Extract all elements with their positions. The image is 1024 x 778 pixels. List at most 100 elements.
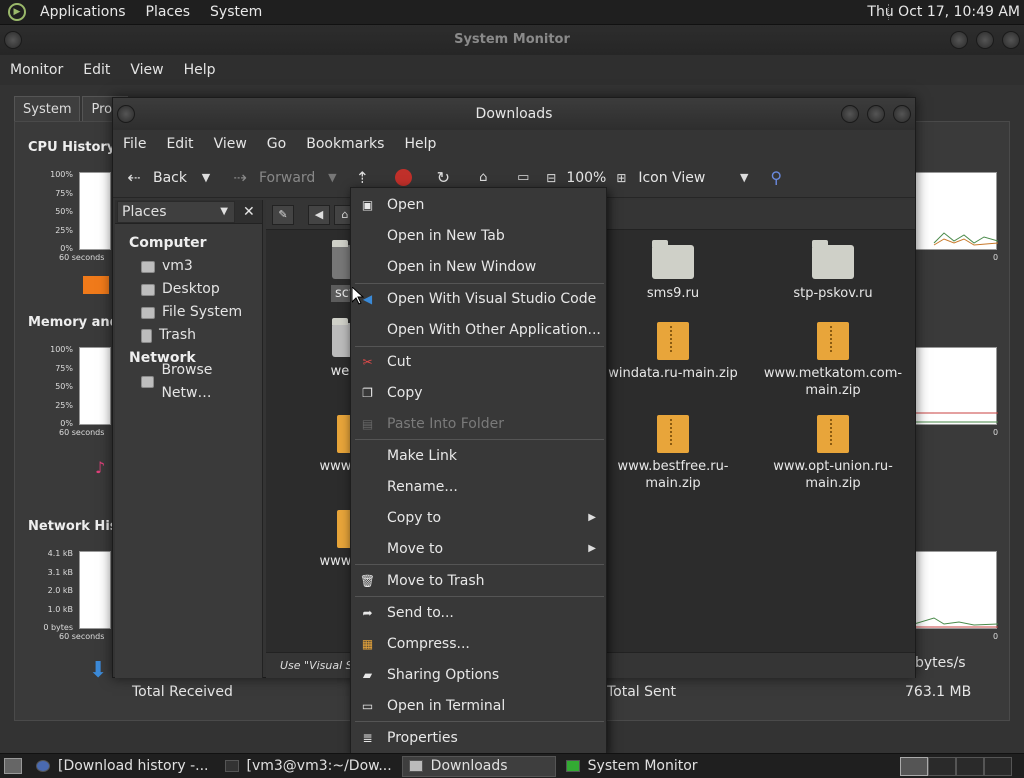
menu-item-sharing-options[interactable]: ▰ Sharing Options <box>351 660 606 690</box>
applications-menu[interactable]: Applications <box>34 4 132 20</box>
memory-pie-icon[interactable]: ♪ <box>95 458 105 477</box>
memory-x-label: 60 seconds <box>59 428 105 437</box>
menu-help[interactable]: Help <box>394 136 446 152</box>
menu-item-open-new-tab[interactable]: Open in New Tab <box>351 221 606 251</box>
path-left-arrow-icon[interactable]: ◀ <box>308 204 330 225</box>
back-button[interactable]: Back <box>153 170 187 186</box>
menu-item-open[interactable]: ▣ Open <box>351 190 606 220</box>
menu-item-properties[interactable]: ≣ Properties <box>351 723 606 753</box>
computer-icon[interactable]: ▭ <box>512 167 534 189</box>
downloads-titlebar[interactable]: Downloads <box>113 98 915 130</box>
menu-item-cut[interactable]: ✂ Cut <box>351 347 606 377</box>
stop-icon[interactable] <box>392 167 414 189</box>
total-sent-value: 763.1 MB <box>905 684 972 700</box>
cpu-color-swatch[interactable] <box>83 276 109 294</box>
menu-item-open-vscode[interactable]: ◀ Open With Visual Studio Code <box>351 284 606 314</box>
places-menu[interactable]: Places <box>140 4 197 20</box>
workspace-4[interactable] <box>984 757 1012 776</box>
minimize-button[interactable] <box>950 31 968 49</box>
sidebar-item-trash[interactable]: Trash <box>115 324 262 347</box>
forward-arrow-icon[interactable]: ⇢ <box>229 167 251 189</box>
close-button[interactable] <box>1002 31 1020 49</box>
menu-item-move-to-trash[interactable]: 🗑 Move to Trash <box>351 566 606 596</box>
menu-item-move-to[interactable]: Move to ▶ <box>351 534 606 564</box>
edit-location-icon[interactable]: ✎ <box>272 204 294 225</box>
sysmon-menubar: Monitor Edit View Help <box>0 55 1024 85</box>
menu-bookmarks[interactable]: Bookmarks <box>296 136 394 152</box>
menu-go[interactable]: Go <box>257 136 296 152</box>
workspace-3[interactable] <box>956 757 984 776</box>
system-menu[interactable]: System <box>204 4 268 20</box>
file-item[interactable]: www.metkatom.com- main.zip <box>763 322 903 399</box>
up-arrow-icon[interactable]: ⇡ <box>351 167 373 189</box>
tab-system[interactable]: System <box>14 96 81 122</box>
sysmon-titlebar[interactable]: System Monitor <box>0 25 1024 55</box>
forward-history-dropdown-icon[interactable]: ▼ <box>321 167 343 189</box>
maximize-button[interactable] <box>976 31 994 49</box>
open-icon: ▣ <box>361 198 374 212</box>
window-menu-button[interactable] <box>4 31 22 49</box>
task-system-monitor[interactable]: System Monitor <box>560 756 704 777</box>
view-mode-select[interactable]: Icon View <box>638 170 705 186</box>
menu-item-copy[interactable]: ❐ Copy <box>351 378 606 408</box>
menu-item-paste-into-folder[interactable]: ▤ Paste Into Folder <box>351 409 606 439</box>
show-desktop-icon[interactable] <box>4 758 22 774</box>
menu-view[interactable]: View <box>204 136 257 152</box>
file-item[interactable]: windata.ru-main.zip <box>603 322 743 382</box>
sidebar-item-browse-network[interactable]: Browse Netw… <box>115 362 262 401</box>
back-arrow-icon[interactable]: ⇠ <box>123 167 145 189</box>
task-terminal[interactable]: [vm3@vm3:~/Dow... <box>219 756 398 777</box>
maximize-button[interactable] <box>867 105 885 123</box>
menu-item-send-to[interactable]: ➦ Send to... <box>351 598 606 628</box>
window-menu-button[interactable] <box>117 105 135 123</box>
menu-item-open-terminal[interactable]: ▭ Open in Terminal <box>351 691 606 721</box>
file-item[interactable]: www.opt-union.ru- main.zip <box>763 415 903 492</box>
file-item[interactable]: stp-pskov.ru <box>763 240 903 302</box>
cpu-zero-label: 0 <box>993 253 999 262</box>
workspace-1[interactable] <box>900 757 928 776</box>
task-download-history[interactable]: [Download history -... <box>30 756 215 777</box>
desktop-icon <box>141 283 155 296</box>
reload-icon[interactable]: ↻ <box>432 167 454 189</box>
sent-rate-unit: bytes/s <box>915 655 966 671</box>
forward-button[interactable]: Forward <box>259 170 315 186</box>
menu-item-make-link[interactable]: Make Link <box>351 441 606 471</box>
menu-item-copy-to[interactable]: Copy to ▶ <box>351 503 606 533</box>
file-item[interactable]: sms9.ru <box>603 240 743 302</box>
menu-item-open-other-app[interactable]: Open With Other Application... <box>351 315 606 345</box>
download-arrow-icon: ⬇ <box>89 658 108 683</box>
menu-edit[interactable]: Edit <box>156 136 203 152</box>
menu-edit[interactable]: Edit <box>73 62 120 78</box>
sidebar-type-select[interactable]: Places ▼ <box>117 200 235 223</box>
menu-help[interactable]: Help <box>174 62 226 78</box>
task-downloads[interactable]: Downloads <box>401 755 556 777</box>
home-icon[interactable]: ⌂ <box>472 167 494 189</box>
workspace-2[interactable] <box>928 757 956 776</box>
menu-item-rename[interactable]: Rename... <box>351 472 606 502</box>
file-item[interactable]: www.bestfree.ru- main.zip <box>603 415 743 492</box>
sidebar-item-desktop[interactable]: Desktop <box>115 278 262 301</box>
menu-item-open-new-window[interactable]: Open in New Window <box>351 252 606 282</box>
distro-logo-icon[interactable]: ▶ <box>8 3 26 21</box>
menu-file[interactable]: File <box>113 136 156 152</box>
zoom-out-icon[interactable]: ⊟ <box>540 167 562 189</box>
close-button[interactable] <box>893 105 911 123</box>
menu-monitor[interactable]: Monitor <box>0 62 73 78</box>
clock[interactable]: Thu Oct 17, 10:49 AM <box>867 4 1020 20</box>
search-icon[interactable]: ⚲ <box>765 167 787 189</box>
zoom-in-icon[interactable]: ⊞ <box>610 167 632 189</box>
minimize-button[interactable] <box>841 105 859 123</box>
network-trace <box>913 617 999 628</box>
close-sidebar-icon[interactable]: ✕ <box>243 204 255 220</box>
menu-view[interactable]: View <box>120 62 173 78</box>
cpu-x-label: 60 seconds <box>59 253 105 262</box>
menu-separator <box>355 564 604 565</box>
zoom-level[interactable]: 100% <box>566 170 606 186</box>
view-mode-dropdown-icon[interactable]: ▼ <box>733 167 755 189</box>
downloads-menubar: File Edit View Go Bookmarks Help <box>113 130 915 158</box>
sidebar-item-file-system[interactable]: File System <box>115 301 262 324</box>
network-zero-label: 0 <box>993 632 999 641</box>
back-history-dropdown-icon[interactable]: ▼ <box>195 167 217 189</box>
sidebar-item-vm3[interactable]: vm3 <box>115 255 262 278</box>
menu-item-compress[interactable]: ▦ Compress... <box>351 629 606 659</box>
